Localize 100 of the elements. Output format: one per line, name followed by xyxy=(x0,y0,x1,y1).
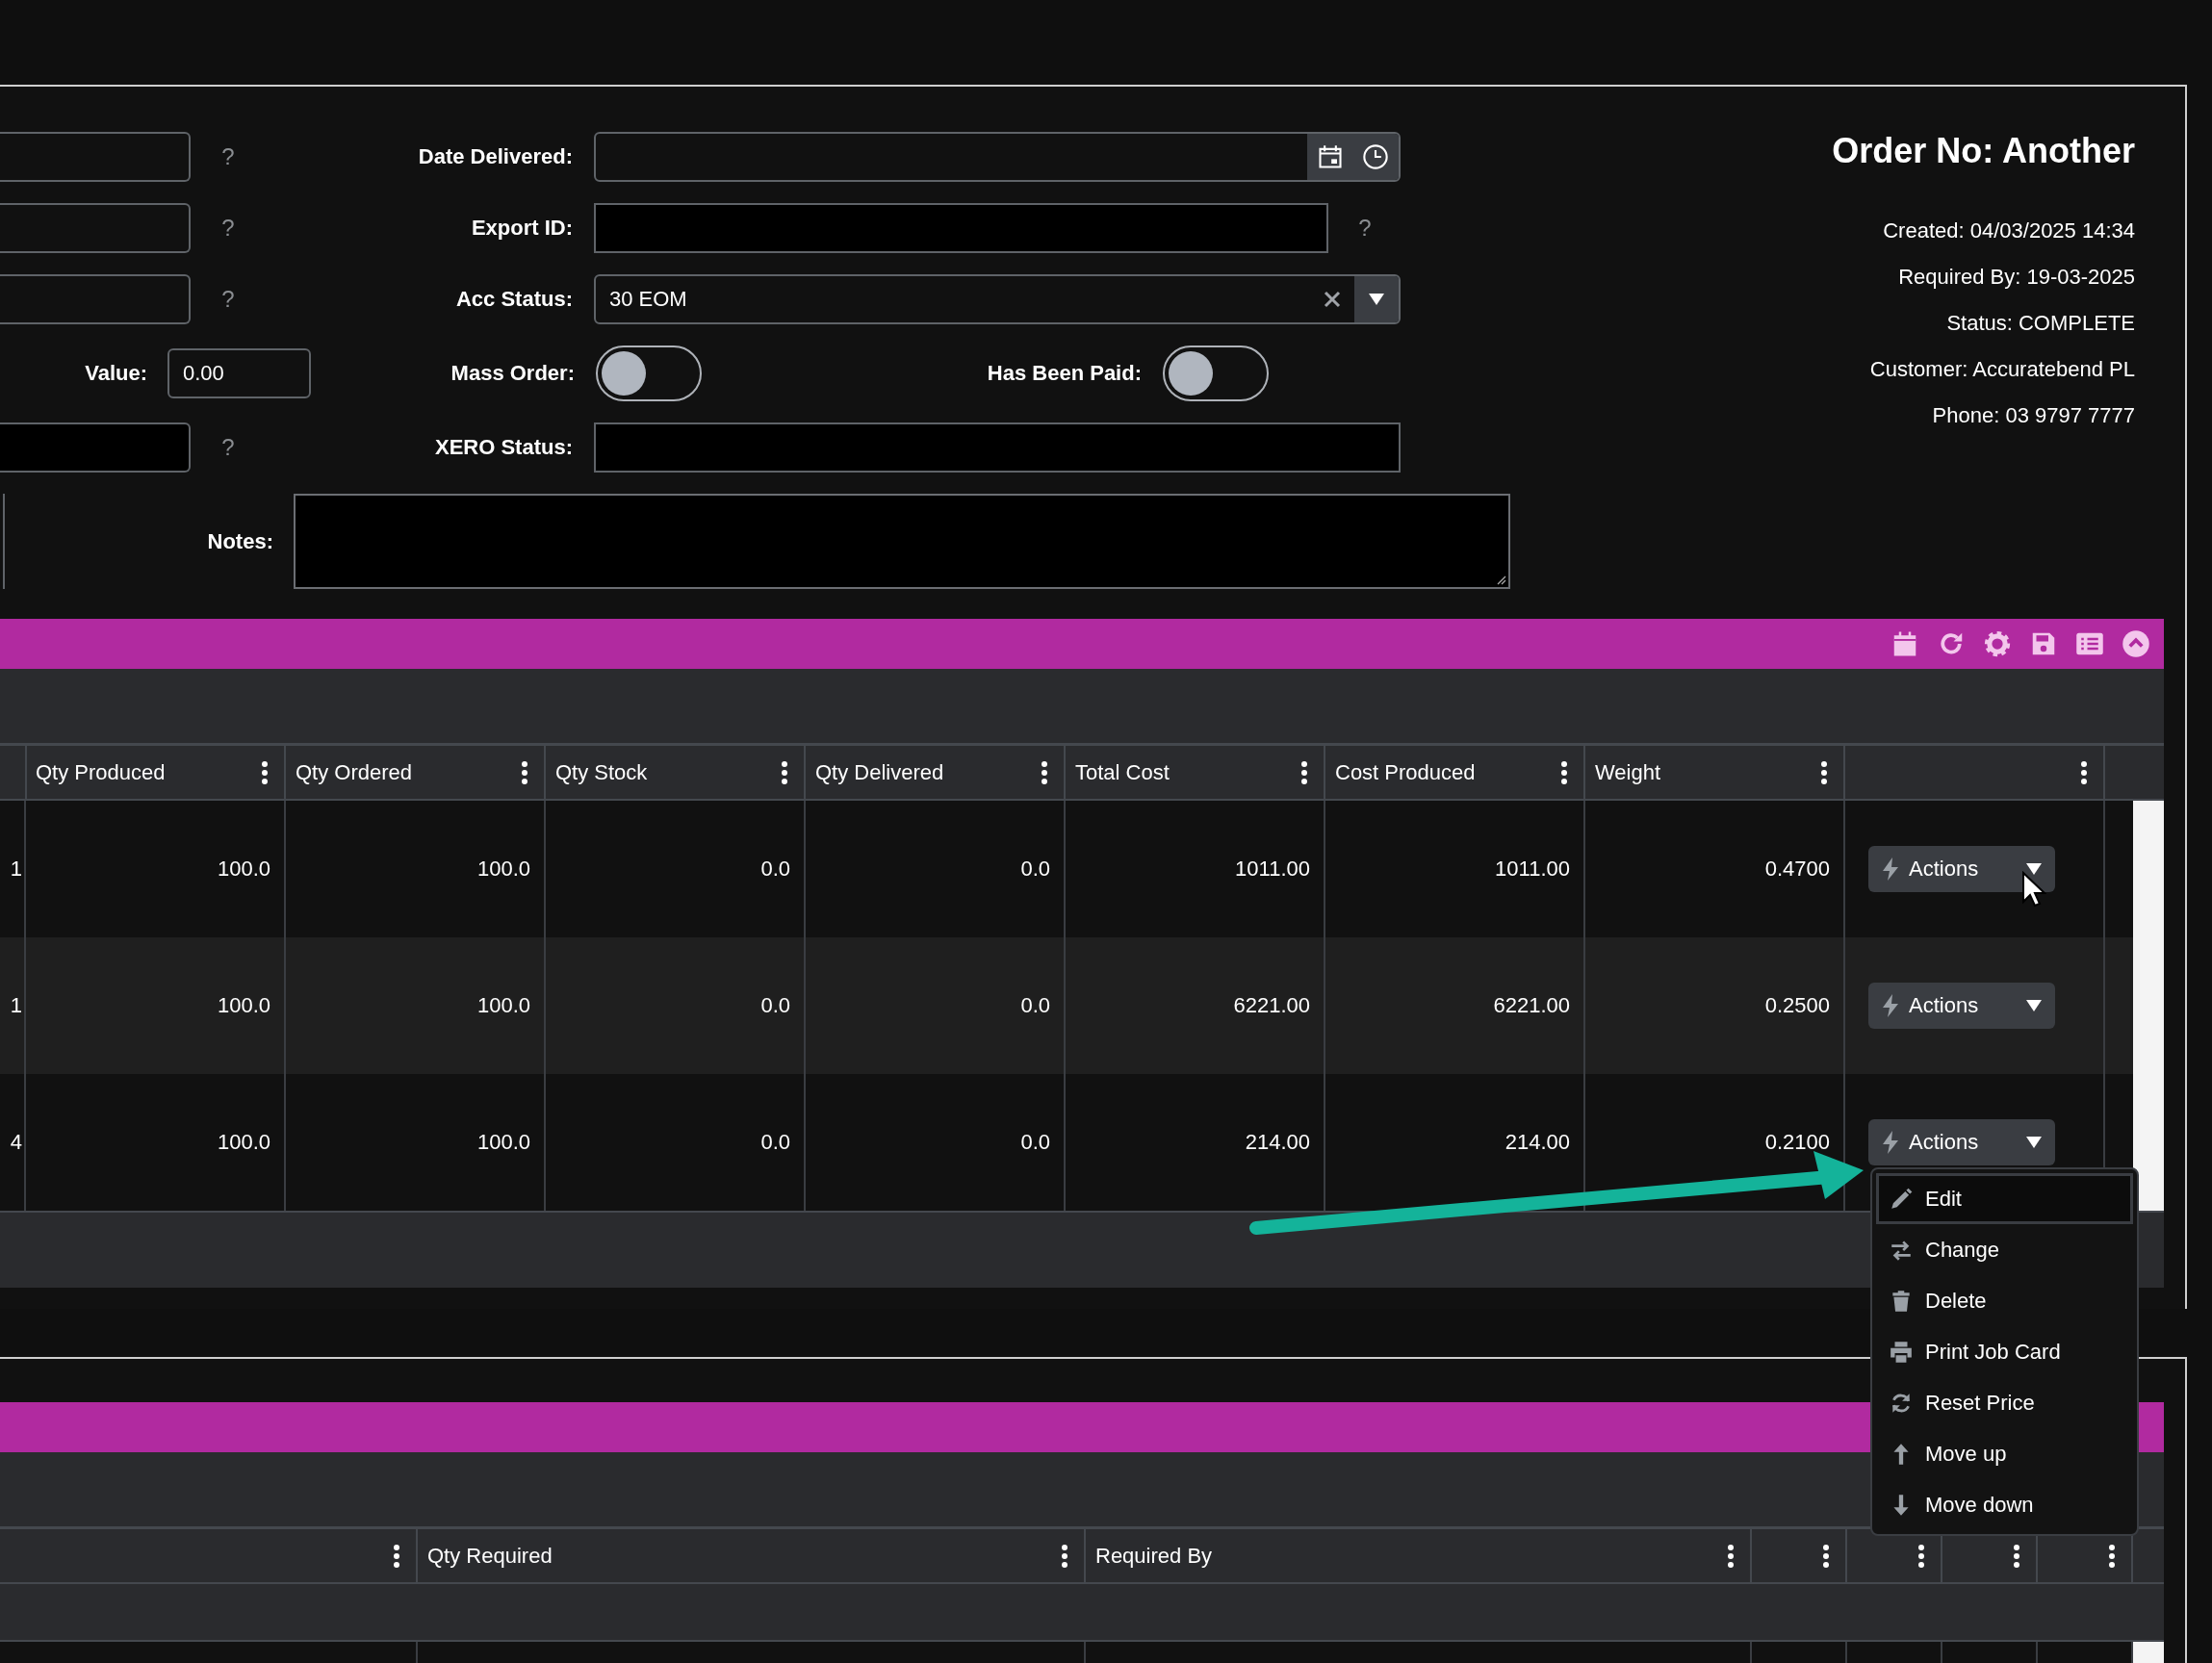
table-cell: 6221.00 xyxy=(1493,993,1570,1018)
column-header[interactable]: Qty Produced xyxy=(36,759,166,785)
help-mark[interactable]: ? xyxy=(191,434,266,461)
field-label: Notes: xyxy=(206,528,274,554)
caret-icon[interactable] xyxy=(1369,294,1384,305)
table-cell: 100.0 xyxy=(476,857,530,882)
date-field[interactable] xyxy=(594,132,1401,182)
notes-field[interactable] xyxy=(294,494,1510,589)
column-menu-icon[interactable] xyxy=(521,759,528,785)
column-header[interactable]: Required By xyxy=(1095,1543,1213,1569)
clear-icon[interactable] xyxy=(1324,291,1341,308)
table-cell: 0.0 xyxy=(1020,857,1050,882)
table-cell: 0.0 xyxy=(760,857,790,882)
menu-item[interactable]: Move up xyxy=(1876,1428,2133,1479)
column-menu-icon[interactable] xyxy=(393,1543,400,1569)
table-cell: 1011.00 xyxy=(1495,857,1570,882)
table-cell: 0.4700 xyxy=(1764,857,1830,882)
table-cell: 0.0 xyxy=(760,993,790,1018)
help-mark[interactable]: ? xyxy=(191,286,266,313)
column-menu-icon[interactable] xyxy=(1917,1543,1925,1569)
table-cell: 100.0 xyxy=(476,993,530,1018)
clock-icon[interactable] xyxy=(1362,143,1390,170)
column-menu-icon[interactable] xyxy=(2108,1543,2116,1569)
table-cell: 4 xyxy=(10,1130,22,1155)
menu-item[interactable]: Change xyxy=(1876,1224,2133,1275)
resize-grip-icon[interactable] xyxy=(1495,574,1506,585)
order-detail: Customer: Accuratebend PL xyxy=(1868,356,2135,383)
menu-item[interactable]: Reset Price xyxy=(1876,1377,2133,1428)
column-header[interactable]: Qty Delivered xyxy=(815,759,944,785)
pencil-icon xyxy=(1889,1186,1914,1212)
printer-icon xyxy=(1889,1339,1914,1365)
lightning-icon xyxy=(1882,994,1899,1017)
column-menu-icon[interactable] xyxy=(1300,759,1308,785)
menu-item[interactable]: Delete xyxy=(1876,1275,2133,1326)
field-label: Mass Order: xyxy=(450,361,576,386)
order-title: Order No: Another xyxy=(1831,131,2135,171)
column-menu-icon[interactable] xyxy=(261,759,269,785)
toggle-switch[interactable] xyxy=(596,345,702,401)
actions-button[interactable]: Actions xyxy=(1868,1119,2055,1165)
actions-button[interactable]: Actions xyxy=(1868,846,2055,892)
table-cell: 1 xyxy=(10,857,22,882)
lightning-icon xyxy=(1882,857,1899,881)
settings-icon[interactable] xyxy=(1983,629,2012,658)
calendar-icon[interactable] xyxy=(1316,143,1344,170)
table-cell: 6221.00 xyxy=(1233,993,1310,1018)
order-detail: Created: 04/03/2025 14:34 xyxy=(1882,217,2135,244)
field-label: Value: xyxy=(84,361,148,386)
field-label: Has Been Paid: xyxy=(986,361,1143,386)
lightning-icon xyxy=(1882,1131,1899,1154)
order-detail: Required By: 19-03-2025 xyxy=(1897,264,2135,291)
column-menu-icon[interactable] xyxy=(1727,1543,1735,1569)
xero-status-field[interactable] xyxy=(594,422,1401,473)
value-field[interactable]: 0.00 xyxy=(167,348,311,398)
table-cell: 1 xyxy=(10,993,22,1018)
toggle-switch[interactable] xyxy=(1163,345,1269,401)
collapse-icon[interactable] xyxy=(2122,629,2150,658)
caret-icon xyxy=(2026,1137,2042,1148)
scrollbar[interactable] xyxy=(2133,801,2164,1211)
select-field[interactable]: 30 EOM xyxy=(594,274,1401,324)
menu-item[interactable]: Print Job Card xyxy=(1876,1326,2133,1377)
column-menu-icon[interactable] xyxy=(781,759,788,785)
menu-item[interactable]: Move down xyxy=(1876,1479,2133,1530)
column-header[interactable]: Total Cost xyxy=(1075,759,1170,785)
help-mark[interactable]: ? xyxy=(191,215,266,242)
table-cell: 0.0 xyxy=(1020,993,1050,1018)
table-cell: 0.2100 xyxy=(1764,1130,1830,1155)
column-menu-icon[interactable] xyxy=(1560,759,1568,785)
table-cell: 0.0 xyxy=(760,1130,790,1155)
column-header[interactable]: Weight xyxy=(1595,759,1661,785)
column-header[interactable]: Cost Produced xyxy=(1335,759,1476,785)
column-header[interactable]: Qty Stock xyxy=(555,759,648,785)
table-cell: 100.0 xyxy=(476,1130,530,1155)
column-menu-icon[interactable] xyxy=(2013,1543,2020,1569)
table-cell: 214.00 xyxy=(1505,1130,1570,1155)
table-cell: 214.00 xyxy=(1245,1130,1310,1155)
export-id-field[interactable] xyxy=(594,203,1328,253)
column-menu-icon[interactable] xyxy=(1041,759,1048,785)
field-label: Acc Status: xyxy=(454,287,574,312)
field-label: Export ID: xyxy=(470,216,574,241)
column-menu-icon[interactable] xyxy=(1822,1543,1830,1569)
caret-icon xyxy=(2026,1000,2042,1011)
help-mark[interactable]: ? xyxy=(191,143,266,170)
column-menu-icon[interactable] xyxy=(2080,759,2088,785)
table-cell: 0.0 xyxy=(1020,1130,1050,1155)
table-cell: 0.2500 xyxy=(1764,993,1830,1018)
table-cell: 1011.00 xyxy=(1235,857,1310,882)
table-cell: 100.0 xyxy=(217,1130,270,1155)
help-mark[interactable]: ? xyxy=(1328,215,1402,242)
order-detail: Phone: 03 9797 7777 xyxy=(1931,402,2135,429)
menu-item[interactable]: Edit xyxy=(1876,1173,2133,1224)
field-label: XERO Status: xyxy=(433,435,574,460)
field-label: Date Delivered: xyxy=(417,144,574,169)
table-cell: 100.0 xyxy=(217,993,270,1018)
order-detail: Status: COMPLETE xyxy=(1945,310,2135,337)
table-cell: 100.0 xyxy=(217,857,270,882)
column-menu-icon[interactable] xyxy=(1061,1543,1068,1569)
column-header[interactable]: Qty Required xyxy=(427,1543,553,1569)
column-header[interactable]: Qty Ordered xyxy=(296,759,413,785)
actions-button[interactable]: Actions xyxy=(1868,983,2055,1029)
column-menu-icon[interactable] xyxy=(1820,759,1828,785)
